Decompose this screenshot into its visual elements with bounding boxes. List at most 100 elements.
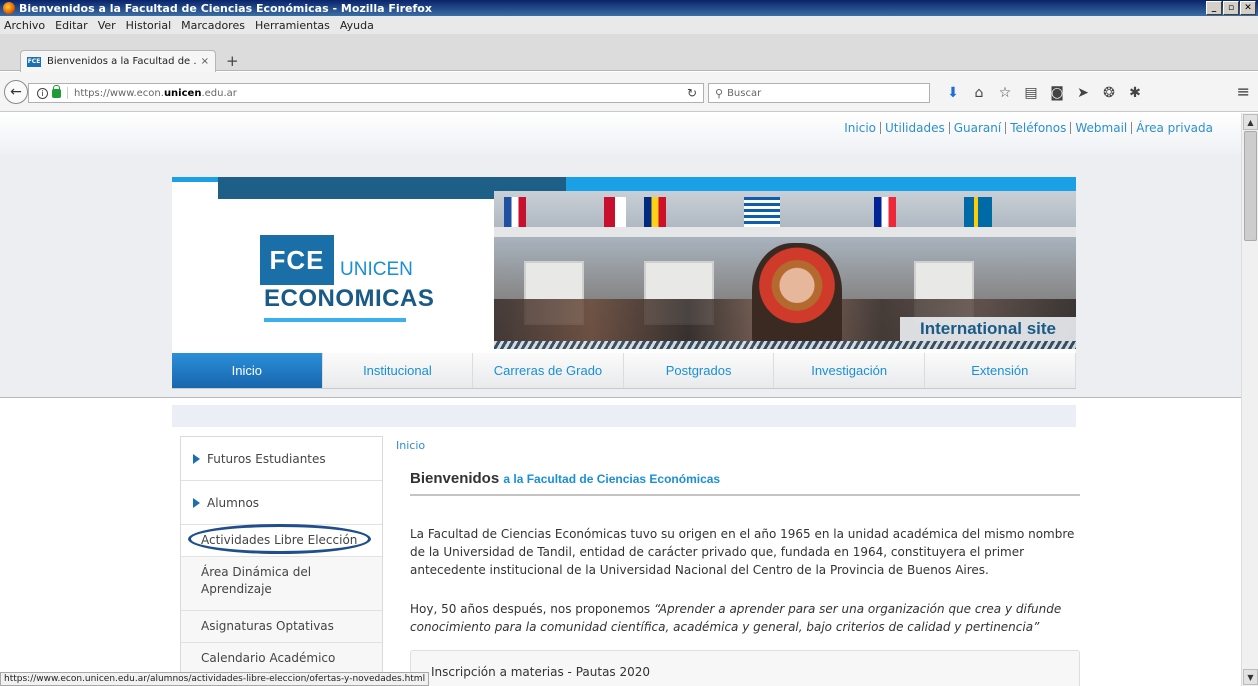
search-bar[interactable]: ⚲ Buscar [708, 83, 930, 103]
status-bar-url: https://www.econ.unicen.edu.ar/alumnos/a… [0, 672, 430, 686]
sidebar-subitem-label: Área Dinámica del Aprendizaje [201, 565, 312, 596]
extension-icon[interactable]: ❂ [1096, 82, 1122, 104]
top-band: Inicio Utilidades Guaraní Teléfonos Webm… [0, 113, 1241, 155]
triangle-right-icon [193, 497, 200, 508]
mission-paragraph: Hoy, 50 años después, nos proponemos “Ap… [410, 600, 1078, 636]
nav-carreras-de-grado[interactable]: Carreras de Grado [473, 353, 624, 388]
menu-herramientas[interactable]: Herramientas [255, 19, 330, 32]
close-button[interactable]: ✕ [1240, 1, 1256, 15]
hero-dancer [752, 243, 842, 349]
sidebar-subitem-label: Calendario Académico [201, 651, 336, 665]
lock-icon[interactable] [52, 84, 61, 98]
maximize-button[interactable]: ▫ [1223, 1, 1239, 15]
url-prefix: https://www.econ. [74, 87, 164, 99]
header-light-bar [566, 177, 1076, 191]
logo-underline [264, 318, 406, 322]
breadcrumb[interactable]: Inicio [396, 439, 425, 452]
firefox-icon [3, 2, 15, 14]
hamburger-menu-icon[interactable]: ≡ [1237, 82, 1250, 101]
info-icon[interactable]: i [37, 87, 48, 99]
hero-mezzanine [494, 227, 1076, 237]
search-placeholder: Buscar [727, 87, 762, 99]
window-controls: _ ▫ ✕ [1206, 1, 1256, 15]
sidebar-subitem-actividades-libre-eleccion[interactable]: Actividades Libre Elección [181, 524, 382, 557]
minimize-button[interactable]: _ [1206, 1, 1222, 15]
hero-banner[interactable]: International site [494, 191, 1076, 349]
fce-logo[interactable]: FCE UNICEN ECONOMICAS [260, 235, 434, 330]
nav-extension[interactable]: Extensión [925, 353, 1076, 388]
flag-image [504, 197, 526, 227]
scroll-thumb[interactable] [1244, 131, 1257, 241]
sidebar-subitem-label: Asignaturas Optativas [201, 619, 334, 633]
nav-investigacion[interactable]: Investigación [774, 353, 925, 388]
url-suffix: .edu.ar [201, 87, 237, 99]
back-button[interactable]: ← [4, 80, 28, 104]
toolbar-icons: ⬇ ⌂ ☆ ▤ ◙ ➤ ❂ ✱ [940, 82, 1148, 104]
sidebar-subitem-asignaturas-optativas[interactable]: Asignaturas Optativas [181, 611, 382, 643]
top-link-telefonos[interactable]: Teléfonos [1005, 122, 1070, 134]
triangle-right-icon [193, 453, 200, 464]
browser-tab[interactable]: FCE Bienvenidos a la Facultad de ... × [20, 50, 216, 72]
addon-icon[interactable]: ✱ [1122, 82, 1148, 104]
page-title: Bienvenidos a la Facultad de Ciencias Ec… [410, 470, 720, 487]
title-divider [410, 494, 1080, 496]
sidebar: Futuros Estudiantes Alumnos Actividades … [180, 436, 383, 686]
menu-ayuda[interactable]: Ayuda [340, 19, 374, 32]
flag-image [644, 197, 666, 227]
international-site-caption[interactable]: International site [900, 317, 1076, 341]
sidebar-item-futuros-estudiantes[interactable]: Futuros Estudiantes [181, 437, 382, 481]
top-links: Inicio Utilidades Guaraní Teléfonos Webm… [840, 122, 1217, 134]
sidebar-subitem-area-dinamica[interactable]: Área Dinámica del Aprendizaje [181, 557, 382, 611]
fce-favicon-icon: FCE [27, 56, 41, 67]
bookmark-star-icon[interactable]: ☆ [992, 82, 1018, 104]
vertical-scrollbar[interactable]: ▲ ▼ [1241, 113, 1258, 686]
download-icon[interactable]: ⬇ [940, 82, 966, 104]
main-navigation: Inicio Institucional Carreras de Grado P… [172, 353, 1076, 389]
search-icon: ⚲ [715, 86, 724, 100]
mission-intro: Hoy, 50 años después, nos proponemos [410, 602, 654, 616]
url-separator [67, 87, 68, 99]
reload-icon[interactable]: ↻ [687, 86, 697, 100]
sub-bar [172, 405, 1076, 427]
tab-strip: FCE Bienvenidos a la Facultad de ... × + [0, 34, 1258, 72]
menu-editar[interactable]: Editar [55, 19, 88, 32]
reading-list-icon[interactable]: ▤ [1018, 82, 1044, 104]
pocket-icon[interactable]: ◙ [1044, 82, 1070, 104]
url-bar[interactable]: i https://www.econ. unicen .edu.ar ↻ [28, 83, 704, 103]
nav-postgrados[interactable]: Postgrados [624, 353, 775, 388]
menu-ver[interactable]: Ver [98, 19, 116, 32]
top-link-inicio[interactable]: Inicio [840, 122, 880, 134]
top-link-area-privada[interactable]: Área privada [1131, 122, 1217, 134]
intro-paragraph: La Facultad de Ciencias Económicas tuvo … [410, 527, 1075, 577]
menu-historial[interactable]: Historial [126, 19, 171, 32]
back-arrow-icon: ← [10, 84, 22, 100]
hero-stripes [494, 341, 1076, 349]
sidebar-item-alumnos[interactable]: Alumnos [181, 481, 382, 525]
tab-close-icon[interactable]: × [201, 56, 209, 67]
menu-marcadores[interactable]: Marcadores [181, 19, 245, 32]
page-title-sub: a la Facultad de Ciencias Económicas [503, 472, 721, 486]
top-link-utilidades[interactable]: Utilidades [880, 122, 949, 134]
navigation-toolbar: ← i https://www.econ. unicen .edu.ar ↻ ⚲ B… [0, 72, 1258, 112]
nav-institucional[interactable]: Institucional [323, 353, 474, 388]
new-tab-button[interactable]: + [226, 52, 239, 70]
top-link-webmail[interactable]: Webmail [1070, 122, 1131, 134]
sidebar-subitem-calendario-academico[interactable]: Calendario Académico [181, 643, 382, 675]
window-titlebar: Bienvenidos a la Facultad de Ciencias Ec… [0, 0, 1258, 16]
tab-title: Bienvenidos a la Facultad de ... [47, 56, 197, 67]
menu-archivo[interactable]: Archivo [4, 19, 45, 32]
flag-image [744, 197, 780, 227]
top-link-guarani[interactable]: Guaraní [948, 122, 1005, 134]
send-icon[interactable]: ➤ [1070, 82, 1096, 104]
window-title: Bienvenidos a la Facultad de Ciencias Ec… [19, 1, 432, 15]
flag-image [964, 197, 992, 227]
site-header: FCE UNICEN ECONOMICAS International site [172, 177, 1076, 353]
scroll-up-icon[interactable]: ▲ [1243, 114, 1258, 130]
flag-image [874, 197, 896, 227]
flag-image [604, 197, 626, 227]
nav-inicio[interactable]: Inicio [172, 353, 323, 388]
home-icon[interactable]: ⌂ [966, 82, 992, 104]
news-item[interactable]: Inscripción a materias - Pautas 2020 [410, 650, 1080, 686]
scroll-down-icon[interactable]: ▼ [1243, 669, 1258, 685]
page-viewport: Inicio Utilidades Guaraní Teléfonos Webm… [0, 113, 1241, 686]
